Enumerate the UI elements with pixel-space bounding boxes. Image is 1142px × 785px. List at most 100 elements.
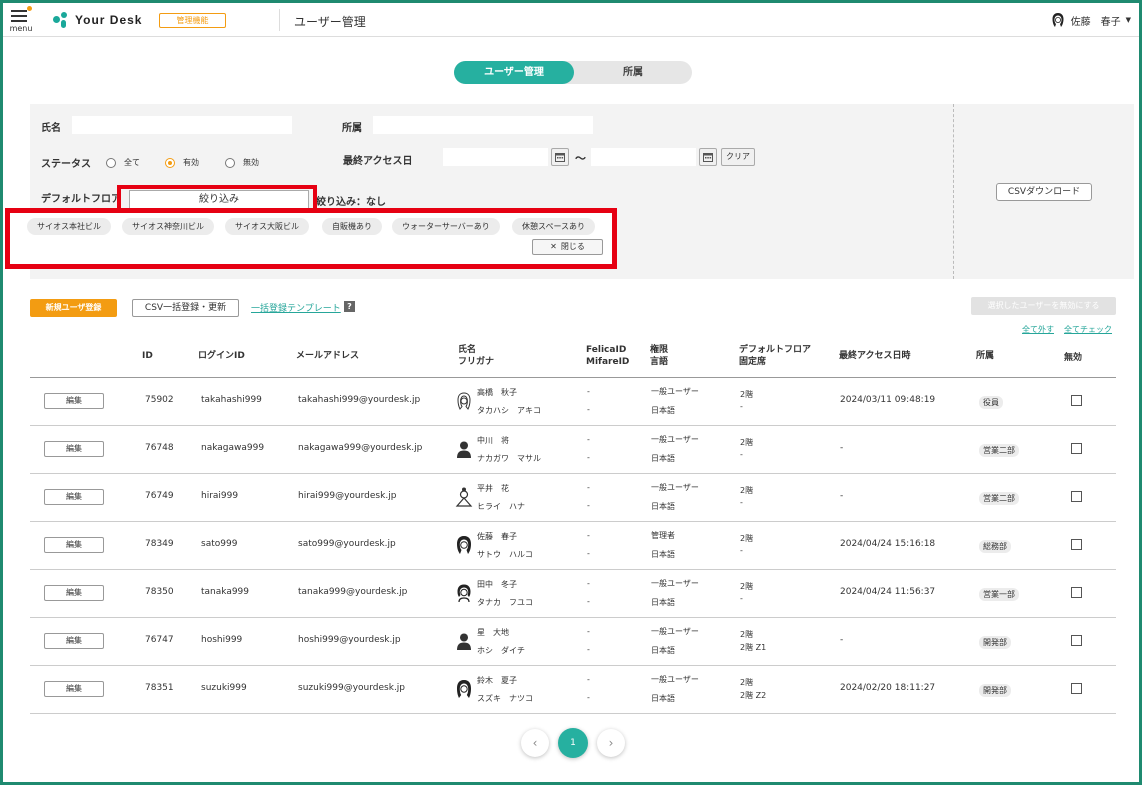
cell-id: 76749: [145, 491, 174, 501]
name-input[interactable]: [72, 116, 292, 134]
new-user-button[interactable]: 新規ユーザ登録: [30, 299, 117, 317]
cell-role: 管理者: [651, 531, 675, 540]
disable-checkbox[interactable]: [1071, 683, 1082, 694]
tab-department[interactable]: 所属: [574, 61, 692, 84]
table-row: 編集 75902 takahashi999 takahashi999@yourdesk…: [30, 378, 1116, 426]
cell-mifare: -: [587, 597, 590, 606]
filter-chip[interactable]: ウォーターサーバーあり: [392, 218, 500, 235]
disable-selected-button[interactable]: 選択したユーザーを無効にする: [971, 297, 1116, 315]
cell-id: 76748: [145, 443, 174, 453]
woman-outline-icon: [457, 392, 471, 410]
calendar-icon: [555, 153, 565, 162]
edit-button[interactable]: 編集: [44, 393, 104, 409]
col-header-card-line2: MifareID: [586, 357, 630, 367]
cell-login: tanaka999: [201, 587, 250, 597]
filter-chip[interactable]: 休憩スペースあり: [512, 218, 596, 235]
department-badge: 開発部: [979, 636, 1011, 649]
status-radio-all[interactable]: 全て: [106, 157, 140, 168]
floor-filter-dropdown[interactable]: 絞り込み: [129, 190, 309, 209]
disable-checkbox[interactable]: [1071, 635, 1082, 646]
filter-chip[interactable]: サイオス神奈川ビル: [122, 218, 214, 235]
page-1-button[interactable]: 1: [558, 728, 588, 758]
close-icon: ✕: [550, 242, 557, 251]
cell-id: 75902: [145, 395, 174, 405]
csv-download-button[interactable]: CSVダウンロード: [996, 183, 1092, 201]
template-link[interactable]: 一括登録テンプレート: [251, 301, 341, 314]
calendar-from-button[interactable]: [551, 148, 569, 166]
cell-felica: -: [587, 387, 590, 396]
man-icon: [457, 633, 471, 650]
woman-short-icon: [457, 584, 471, 603]
next-page-button[interactable]: ›: [597, 729, 625, 757]
disable-checkbox[interactable]: [1071, 491, 1082, 502]
cell-email: nakagawa999@yourdesk.jp: [298, 443, 423, 453]
radio-selected-icon: [165, 157, 175, 168]
cell-seat: -: [740, 594, 743, 603]
cell-last-access: -: [840, 443, 844, 453]
department-input[interactable]: [373, 116, 593, 134]
check-all-link[interactable]: 全てチェック: [1064, 324, 1112, 335]
help-icon[interactable]: ?: [344, 301, 355, 312]
cell-id: 78349: [145, 539, 174, 549]
cell-role: 一般ユーザー: [651, 627, 699, 636]
admin-badge: 管理機能: [159, 13, 226, 28]
edit-button[interactable]: 編集: [44, 441, 104, 457]
cell-last-access: 2024/04/24 11:56:37: [840, 587, 936, 597]
logo-text: Your Desk: [75, 13, 143, 27]
cell-name: 鈴木 夏子: [477, 676, 517, 685]
col-header-name-line1: 氏名: [458, 345, 477, 355]
woman-long-icon: [457, 680, 471, 698]
table-row: 編集 76748 nakagawa999 nakagawa999@yourdesk.j…: [30, 426, 1116, 474]
default-floor-label: デフォルトフロア: [41, 194, 121, 205]
logo-mark-icon: [53, 12, 69, 28]
date-from-input[interactable]: [443, 148, 548, 166]
page-title: ユーザー管理: [294, 15, 366, 29]
radio-label: 有効: [183, 158, 199, 167]
col-header-department: 所属: [976, 351, 995, 361]
disable-checkbox[interactable]: [1071, 587, 1082, 598]
uncheck-all-link[interactable]: 全て外す: [1022, 324, 1054, 335]
filter-chip[interactable]: 自販機あり: [322, 218, 382, 235]
cell-last-access: 2024/04/24 15:16:18: [840, 539, 936, 549]
edit-button[interactable]: 編集: [44, 585, 104, 601]
floor-filter-result: 絞り込み：なし: [316, 197, 386, 208]
col-header-email: メールアドレス: [296, 351, 360, 361]
user-menu[interactable]: 佐藤 春子 ▼: [1051, 12, 1131, 28]
col-header-floor-line2: 固定席: [739, 357, 767, 367]
edit-button[interactable]: 編集: [44, 633, 104, 649]
edit-button[interactable]: 編集: [44, 489, 104, 505]
close-popup-button[interactable]: ✕ 閉じる: [532, 239, 603, 255]
cell-id: 78351: [145, 683, 174, 693]
cell-kana: ヒライ ハナ: [477, 502, 525, 511]
logo[interactable]: Your Desk: [53, 12, 142, 28]
clear-date-button[interactable]: クリア: [721, 148, 755, 166]
csv-bulk-button[interactable]: CSV一括登録・更新: [132, 299, 239, 317]
menu-button[interactable]: menu: [7, 5, 35, 35]
filter-chip[interactable]: サイオス本社ビル: [27, 218, 111, 235]
disable-checkbox[interactable]: [1071, 443, 1082, 454]
edit-button[interactable]: 編集: [44, 537, 104, 553]
table-row: 編集 76749 hirai999 hirai999@yourdesk.jp 平井 花ヒ…: [30, 474, 1116, 522]
col-header-role: 権限 言語: [650, 344, 668, 368]
cell-kana: ホシ ダイチ: [477, 646, 525, 655]
cell-felica: -: [587, 531, 590, 540]
edit-button[interactable]: 編集: [44, 681, 104, 697]
cell-name: 平井 花: [477, 484, 509, 493]
date-to-input[interactable]: [591, 148, 696, 166]
cell-role: 一般ユーザー: [651, 579, 699, 588]
status-radio-disabled[interactable]: 無効: [225, 157, 259, 168]
status-radio-active[interactable]: 有効: [165, 157, 199, 168]
col-header-name: 氏名 フリガナ: [458, 344, 494, 368]
cell-floor: 2階: [740, 438, 754, 447]
cell-name: 星 大地: [477, 628, 509, 637]
cell-floor: 2階: [740, 390, 754, 399]
disable-checkbox[interactable]: [1071, 539, 1082, 550]
disable-checkbox[interactable]: [1071, 395, 1082, 406]
tab-user-management[interactable]: ユーザー管理: [454, 61, 574, 84]
cell-mifare: -: [587, 453, 590, 462]
filter-chip[interactable]: サイオス大阪ビル: [225, 218, 309, 235]
cell-last-access: 2024/02/20 18:11:27: [840, 683, 936, 693]
prev-page-button[interactable]: ‹: [521, 729, 549, 757]
cell-role: 一般ユーザー: [651, 387, 699, 396]
calendar-to-button[interactable]: [699, 148, 717, 166]
